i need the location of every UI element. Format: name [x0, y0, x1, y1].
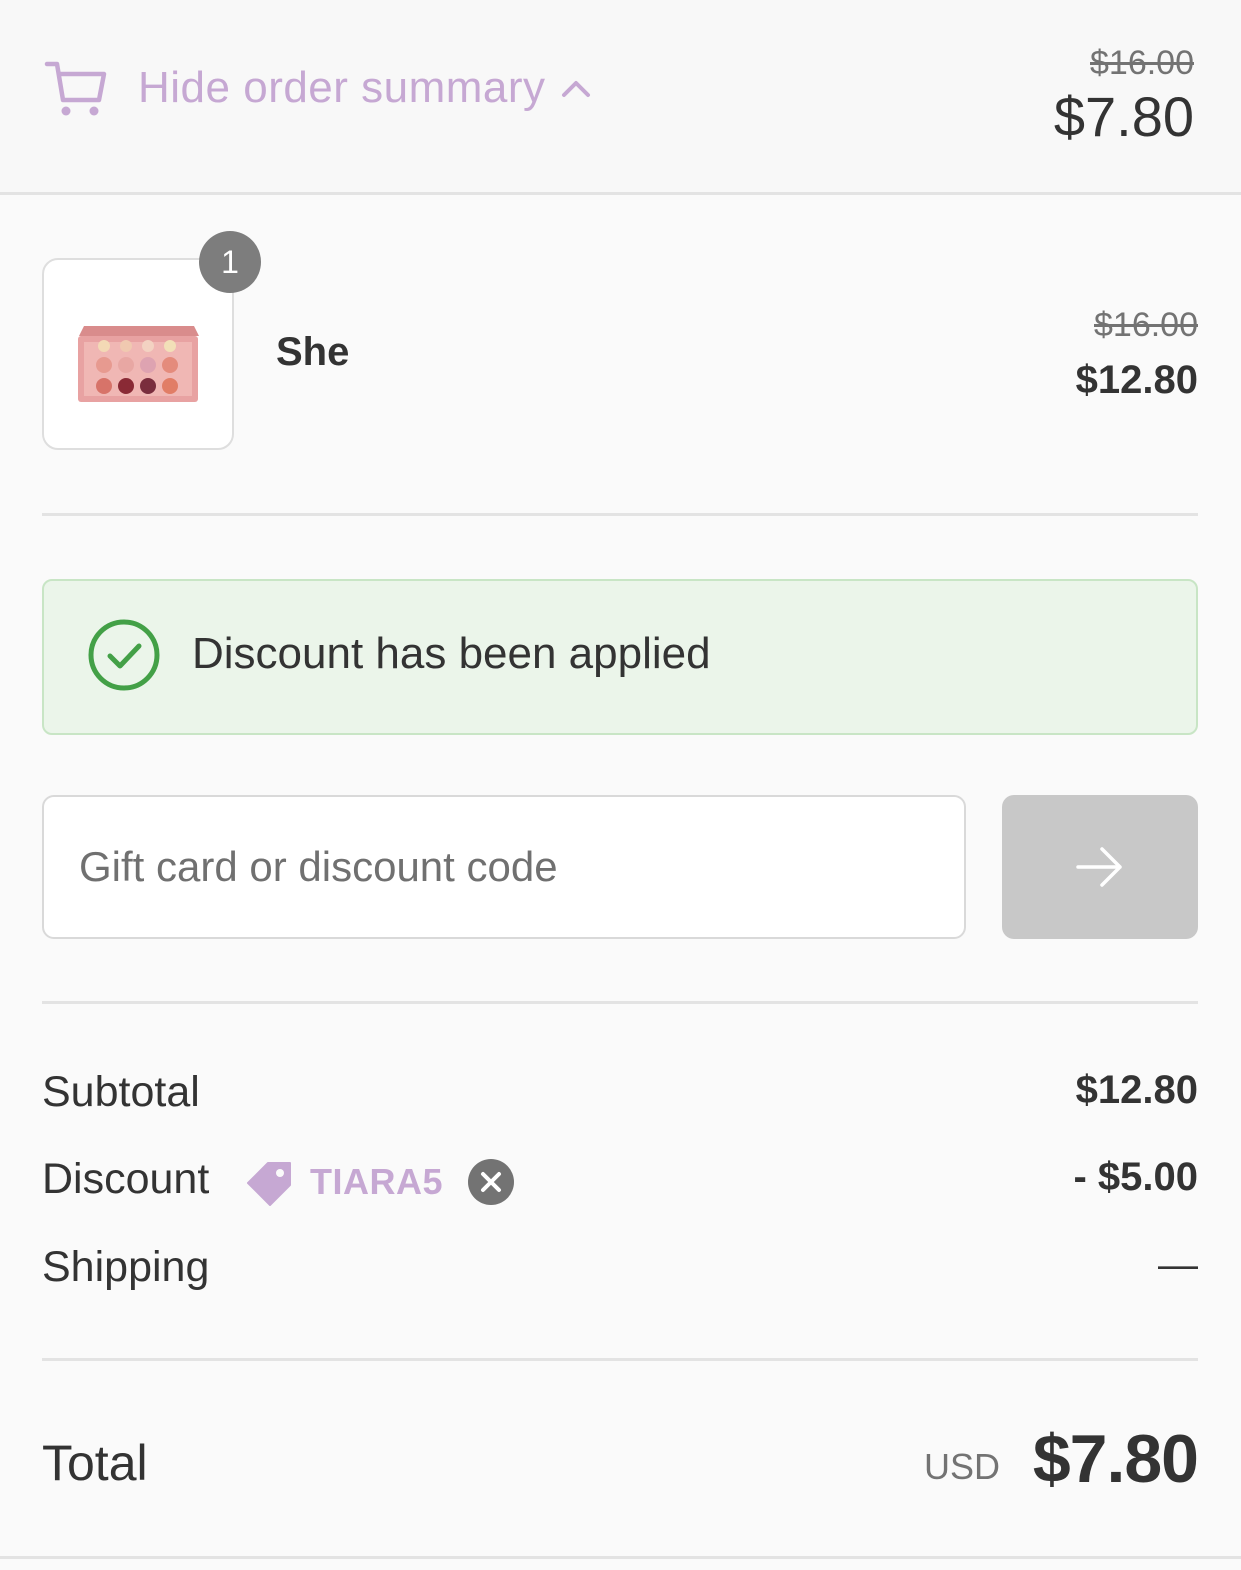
chevron-up-icon	[561, 81, 590, 97]
shipping-label: Shipping	[42, 1243, 210, 1291]
line-item: 1 She $16.00 $12.80	[42, 231, 1198, 450]
check-circle-icon	[88, 619, 160, 691]
banner-message: Discount has been applied	[192, 629, 711, 678]
divider	[42, 513, 1198, 516]
product-price: $12.80	[1075, 358, 1198, 402]
shipping-value: —	[1158, 1243, 1198, 1287]
discount-tag: TIARA5	[244, 1157, 515, 1207]
cart-icon	[44, 61, 107, 116]
discount-label: Discount	[42, 1155, 210, 1203]
order-summary-toggle-label: Hide order summary	[138, 63, 546, 112]
subtotal-row: Subtotal $12.80	[42, 1068, 1198, 1128]
total-currency: USD	[923, 1446, 1000, 1487]
subtotal-label: Subtotal	[42, 1068, 200, 1116]
total-label: Total	[42, 1435, 148, 1491]
discount-code: TIARA5	[310, 1161, 444, 1202]
divider	[42, 1001, 1198, 1004]
eyeshadow-palette-icon	[78, 326, 199, 402]
quantity-badge: 1	[199, 231, 261, 293]
total-amount: $7.80	[1032, 1421, 1199, 1497]
order-summary-toggle[interactable]: Hide order summary	[44, 56, 592, 120]
discount-value: - $5.00	[1073, 1155, 1198, 1199]
order-summary-header: Hide order summary $16.00 $7.80	[0, 0, 1241, 195]
shipping-row: Shipping —	[42, 1243, 1198, 1303]
product-thumbnail	[42, 258, 234, 450]
discount-code-field	[42, 795, 966, 939]
header-price: $7.80	[1053, 85, 1194, 148]
header-original-price: $16.00	[1090, 44, 1194, 82]
apply-discount-button[interactable]	[1002, 795, 1198, 939]
tag-icon	[247, 1162, 291, 1206]
discount-code-input[interactable]	[44, 797, 964, 937]
total-row: Total USD $7.80	[42, 1420, 1199, 1500]
discount-applied-banner: Discount has been applied	[42, 579, 1198, 735]
product-original-price: $16.00	[1094, 306, 1198, 344]
product-name: She	[276, 330, 350, 374]
subtotal-value: $12.80	[1075, 1068, 1198, 1112]
divider	[0, 1556, 1241, 1559]
arrow-right-icon	[1076, 847, 1122, 887]
discount-row: Discount TIARA5 - $5.00	[42, 1155, 1198, 1215]
remove-discount-icon[interactable]	[467, 1158, 515, 1206]
divider	[42, 1358, 1198, 1361]
